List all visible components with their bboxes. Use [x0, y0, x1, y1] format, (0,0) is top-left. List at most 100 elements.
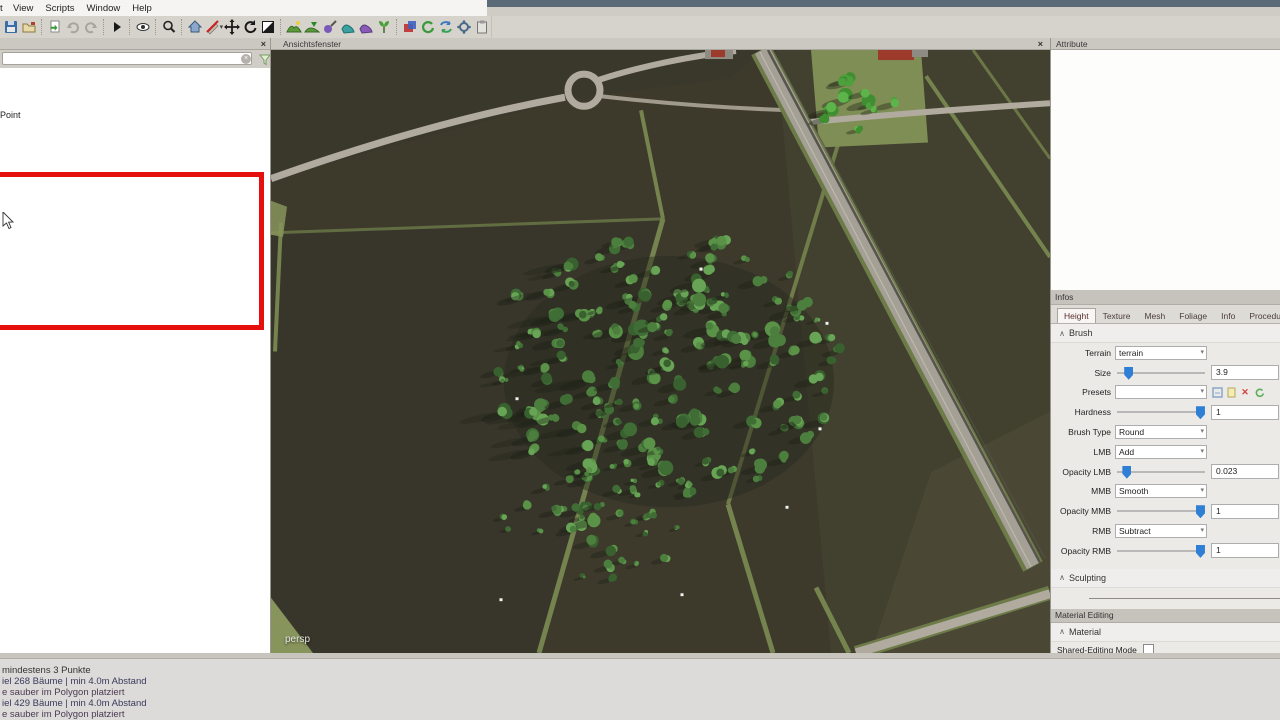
chevron-down-icon: ▾	[1200, 485, 1204, 497]
sculpting-section-header[interactable]: ∧ Sculpting	[1051, 569, 1280, 588]
scenegraph-titlebar: ×	[0, 38, 270, 50]
status-line: iel 268 Bäume | min 4.0m Abstand	[2, 676, 1280, 687]
filter-icon[interactable]	[259, 53, 271, 65]
rmb-dropdown[interactable]: Subtract▾	[1115, 524, 1207, 538]
scenegraph-panel: × × Point	[0, 38, 271, 653]
chevron-down-icon: ▾	[1200, 386, 1204, 398]
mmb-dropdown[interactable]: Smooth▾	[1115, 484, 1207, 498]
tab-mesh[interactable]: Mesh	[1137, 308, 1172, 323]
clipboard-icon[interactable]	[474, 18, 490, 36]
presets-dropdown[interactable]: ▾	[1115, 385, 1207, 399]
refresh-icon[interactable]	[420, 18, 436, 36]
viewport-3d[interactable]: persp	[271, 50, 1050, 653]
toolbar-separator	[155, 19, 157, 35]
terrain-sculpt-icon[interactable]	[286, 18, 302, 36]
opacity-rmb-value-input[interactable]: 1	[1211, 543, 1279, 558]
hardness-slider[interactable]	[1115, 405, 1207, 419]
terrain-flatten-icon[interactable]	[358, 18, 374, 36]
tab-info[interactable]: Info	[1214, 308, 1242, 323]
menu-item-view[interactable]: View	[7, 3, 39, 14]
size-value-input[interactable]: 3.9	[1211, 365, 1279, 380]
settings-icon[interactable]	[456, 18, 472, 36]
opacity-rmb-slider[interactable]	[1115, 544, 1207, 558]
preset-delete-icon[interactable]: ✕	[1239, 386, 1251, 398]
chevron-down-icon: ▾	[1200, 525, 1204, 537]
terrain-paint-icon[interactable]	[322, 18, 338, 36]
terrain-row: Terrain terrain▾	[1051, 343, 1280, 363]
close-icon[interactable]: ×	[261, 38, 266, 50]
translate-icon[interactable]	[224, 18, 240, 36]
chevron-down-icon[interactable]: ▾	[220, 23, 224, 31]
close-icon[interactable]: ×	[1038, 38, 1043, 50]
cube-icon[interactable]	[402, 18, 418, 36]
brush-type-dropdown[interactable]: Round▾	[1115, 425, 1207, 439]
save-icon[interactable]	[3, 18, 19, 36]
status-line: e sauber im Polygon platziert	[2, 687, 1280, 698]
sync-icon[interactable]	[438, 18, 454, 36]
scenegraph-item-point[interactable]: Point	[0, 110, 21, 120]
red-building-fragment	[878, 50, 914, 60]
menu-item-clipped[interactable]: t	[0, 3, 7, 14]
mouse-cursor-icon	[2, 212, 16, 230]
brush-section-header[interactable]: ∧ Brush	[1051, 324, 1280, 343]
import-icon[interactable]	[47, 18, 63, 36]
chevron-down-icon: ▾	[1200, 446, 1204, 458]
menu-item-scripts[interactable]: Scripts	[39, 3, 80, 14]
status-line: mindestens 3 Punkte	[2, 665, 1280, 676]
redo-icon[interactable]	[83, 18, 99, 36]
size-slider[interactable]	[1115, 366, 1207, 380]
tab-foliage[interactable]: Foliage	[1172, 308, 1214, 323]
scenegraph-tree[interactable]: Point	[0, 68, 270, 653]
draw-locked-icon[interactable]	[205, 18, 221, 36]
search-input[interactable]	[2, 52, 252, 65]
lmb-dropdown[interactable]: Add▾	[1115, 445, 1207, 459]
opacity-lmb-slider[interactable]	[1115, 465, 1207, 479]
mmb-row: MMB Smooth▾	[1051, 482, 1280, 502]
status-bar: mindestens 3 Punkte iel 268 Bäume | min …	[0, 658, 1280, 720]
clear-search-icon[interactable]: ×	[241, 54, 251, 64]
hardness-value-input[interactable]: 1	[1211, 405, 1279, 420]
visibility-icon[interactable]	[135, 18, 151, 36]
foliage-paint-icon[interactable]	[376, 18, 392, 36]
preset-new-icon[interactable]	[1225, 386, 1237, 398]
status-line: iel 429 Bäume | min 4.0m Abstand	[2, 698, 1280, 709]
attributes-titlebar: Attribute	[1051, 38, 1280, 50]
preset-save-icon[interactable]	[1211, 386, 1223, 398]
chevron-down-icon: ▾	[1200, 426, 1204, 438]
terrain-lower-icon[interactable]	[304, 18, 320, 36]
collapse-caret-icon: ∧	[1055, 627, 1069, 636]
shared-editing-checkbox[interactable]	[1143, 644, 1154, 653]
toolbar-separator	[181, 19, 183, 35]
annotation-rectangle	[0, 172, 264, 330]
toolbar-separator	[396, 19, 398, 35]
camera-label: persp	[285, 634, 310, 645]
undo-icon[interactable]	[65, 18, 81, 36]
play-icon[interactable]	[109, 18, 125, 36]
terrain-dropdown[interactable]: terrain▾	[1115, 346, 1207, 360]
opacity-mmb-row: Opacity MMB 1	[1051, 501, 1280, 521]
terrain-tabs: Height Texture Mesh Foliage Info Procedu…	[1051, 305, 1280, 324]
background-titlebar-strip	[487, 0, 1280, 7]
rotate-icon[interactable]	[242, 18, 258, 36]
opacity-lmb-value-input[interactable]: 0.023	[1211, 464, 1279, 479]
opacity-mmb-slider[interactable]	[1115, 504, 1207, 518]
preset-refresh-icon[interactable]	[1253, 386, 1265, 398]
scale-icon[interactable]	[260, 18, 276, 36]
presets-row: Presets ▾ ✕	[1051, 383, 1280, 403]
toolbar-separator	[41, 19, 43, 35]
menu-item-help[interactable]: Help	[126, 3, 158, 14]
opacity-mmb-value-input[interactable]: 1	[1211, 504, 1279, 519]
editor-window: t View Scripts Window Help ▾	[0, 0, 1280, 720]
zoom-icon[interactable]	[161, 18, 177, 36]
tab-texture[interactable]: Texture	[1096, 308, 1138, 323]
terrain-smooth-icon[interactable]	[340, 18, 356, 36]
tab-height[interactable]: Height	[1057, 308, 1096, 323]
home-icon[interactable]	[187, 18, 203, 36]
toolbar-group: ▾	[0, 16, 492, 38]
attributes-empty-area	[1051, 50, 1280, 291]
terrain-scene	[271, 50, 1050, 653]
menu-item-window[interactable]: Window	[80, 3, 126, 14]
material-section-header[interactable]: ∧ Material	[1051, 623, 1280, 642]
tab-procedural[interactable]: Procedural	[1242, 308, 1280, 323]
open-icon[interactable]	[21, 18, 37, 36]
